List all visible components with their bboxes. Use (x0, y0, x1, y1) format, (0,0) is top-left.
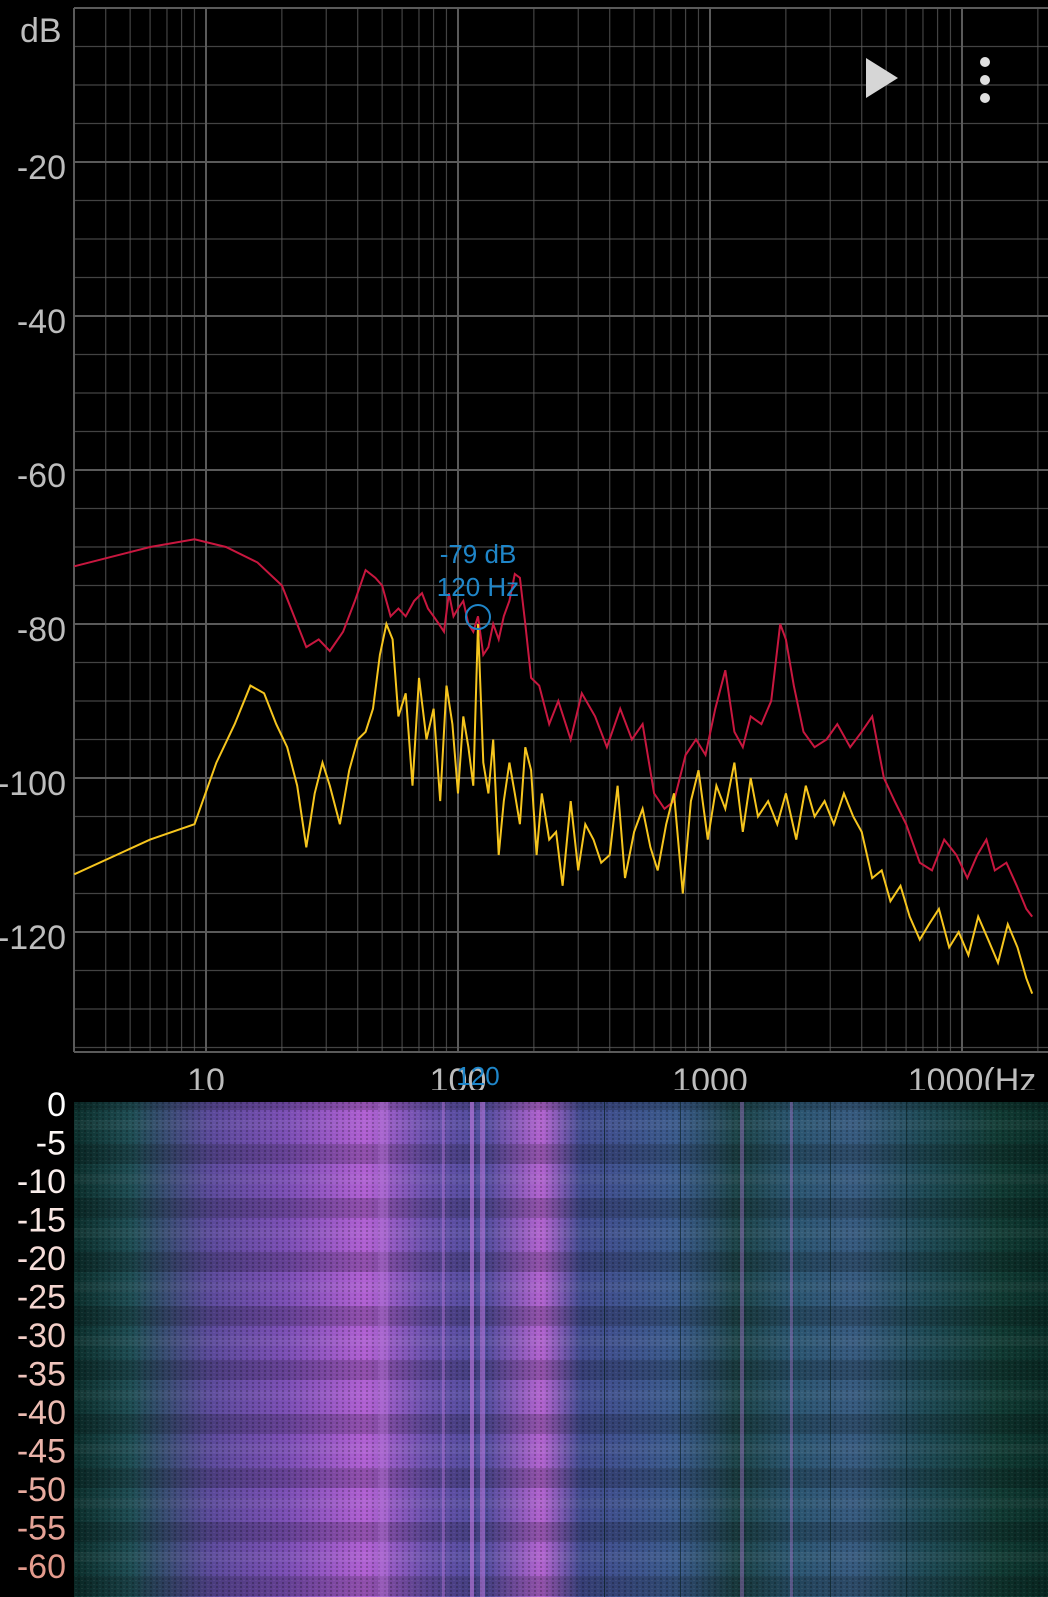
spectrogram-time-tick: -5 (36, 1125, 66, 1163)
y-tick-label: -40 (17, 303, 66, 341)
spectrogram-time-tick: -40 (17, 1394, 66, 1432)
spectrogram-time-tick: -10 (17, 1163, 66, 1201)
spectrogram-streak (680, 1102, 681, 1597)
spectrogram-streak (442, 1102, 445, 1597)
spectrogram-time-tick: -35 (17, 1356, 66, 1394)
cursor-axis-label: 120 (456, 1061, 499, 1090)
spectrogram-streak (378, 1102, 388, 1597)
spectrogram-streak (480, 1102, 485, 1597)
y-tick-label: -60 (17, 457, 66, 495)
y-tick-label: -80 (17, 611, 66, 649)
spectrogram-streak (830, 1102, 831, 1597)
spectrogram-time-tick: -60 (17, 1548, 66, 1586)
spectrogram-time-tick: -50 (17, 1471, 66, 1509)
spectrogram-time-tick: -45 (17, 1433, 66, 1471)
x-tick-label: 1000(Hz (908, 1062, 1037, 1090)
more-vertical-icon (980, 57, 990, 103)
spectrogram[interactable]: 0 -5 -10 -15 -20 -25 -30 -35 -40 -45 -50 -55 -60 (0, 1090, 1048, 1597)
spectrogram-streak (604, 1102, 605, 1597)
spectrogram-streak (470, 1102, 474, 1597)
cursor-db-label: -79 dB (440, 539, 517, 569)
spectrogram-time-tick: -30 (17, 1317, 66, 1355)
y-tick-label: -20 (17, 149, 66, 187)
spectrum-plot[interactable]: dB -20 -40 -60 -80 -100 -120 10 100 1000… (0, 0, 1048, 1090)
spectrogram-time-tick: -55 (17, 1510, 66, 1548)
play-button[interactable] (862, 52, 906, 104)
spectrogram-time-tick: -15 (17, 1202, 66, 1240)
y-unit-label: dB (20, 12, 62, 50)
spectrogram-time-tick: 0 (47, 1090, 66, 1124)
x-tick-label: 1000 (672, 1062, 748, 1090)
spectrogram-time-axis: 0-5-10-15-20-25-30-35-40-45-50-55-60 (17, 1090, 66, 1586)
more-options-button[interactable] (968, 52, 1002, 108)
y-tick-label: -120 (0, 919, 66, 957)
play-icon (866, 58, 898, 98)
spectrogram-noise-texture (74, 1102, 1048, 1597)
spectrogram-streak (790, 1102, 793, 1597)
spectrogram-time-tick: -20 (17, 1240, 66, 1278)
spectrogram-streak (906, 1102, 907, 1597)
x-tick-label: 10 (187, 1062, 225, 1090)
spectrogram-streak (740, 1102, 744, 1597)
y-tick-label: -100 (0, 765, 66, 803)
cursor-hz-label: 120 Hz (437, 572, 519, 602)
spectrogram-time-tick: -25 (17, 1279, 66, 1317)
